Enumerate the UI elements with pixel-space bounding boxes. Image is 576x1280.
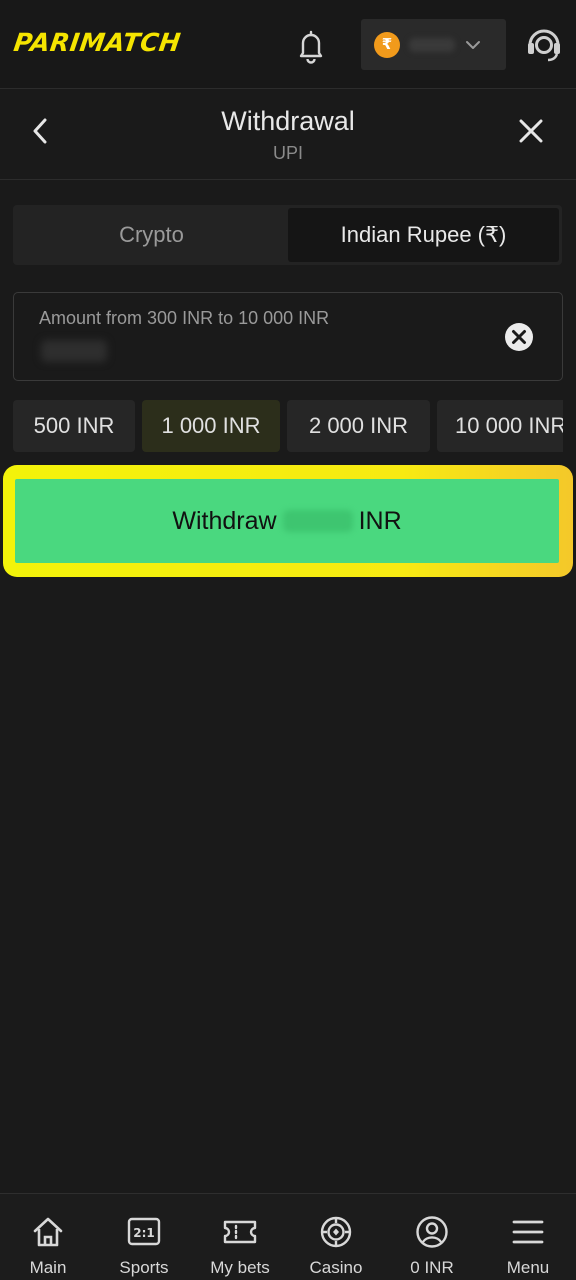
currency-tabs: Crypto Indian Rupee (₹) xyxy=(13,205,562,265)
amount-input[interactable]: Amount from 300 INR to 10 000 INR xyxy=(13,292,563,381)
page-header: Withdrawal UPI xyxy=(0,90,576,180)
nav-my-bets[interactable]: My bets xyxy=(192,1194,288,1280)
quick-amount-500[interactable]: 500 INR xyxy=(13,400,135,452)
parimatch-logo[interactable]: PARIMATCH xyxy=(12,28,183,57)
quick-amount-2000[interactable]: 2 000 INR xyxy=(287,400,430,452)
nav-account[interactable]: 0 INR xyxy=(384,1194,480,1280)
nav-sports[interactable]: 2:1 Sports xyxy=(96,1194,192,1280)
rupee-coin-icon: ₹ xyxy=(374,32,400,58)
account-icon xyxy=(414,1214,450,1250)
menu-icon xyxy=(510,1214,546,1250)
amount-value-hidden xyxy=(41,340,107,362)
balance-value-hidden xyxy=(409,38,455,52)
top-bar: PARIMATCH ₹ xyxy=(0,0,576,89)
withdraw-suffix: INR xyxy=(358,506,402,535)
odds-icon: 2:1 xyxy=(126,1214,162,1250)
page-subtitle: UPI xyxy=(272,143,303,163)
ticket-icon xyxy=(222,1214,258,1250)
quick-amount-1000[interactable]: 1 000 INR xyxy=(142,400,280,452)
withdraw-prefix: Withdraw xyxy=(172,506,277,535)
home-icon xyxy=(30,1214,66,1250)
support-headset-icon[interactable] xyxy=(524,24,564,64)
nav-casino[interactable]: Casino xyxy=(288,1194,384,1280)
bottom-nav: Main 2:1 Sports My bets Casino 0 INR Men… xyxy=(0,1193,576,1280)
clear-circle-icon[interactable] xyxy=(503,321,535,353)
amount-field-label: Amount from 300 INR to 10 000 INR xyxy=(39,308,330,328)
nav-label: My bets xyxy=(210,1258,270,1277)
svg-text:2:1: 2:1 xyxy=(133,1226,155,1240)
quick-amounts: 500 INR 1 000 INR 2 000 INR 10 000 INR xyxy=(13,400,563,452)
nav-label: 0 INR xyxy=(410,1258,454,1277)
chevron-down-icon xyxy=(464,36,482,54)
page-title: Withdrawal xyxy=(221,106,355,136)
close-icon[interactable] xyxy=(516,116,546,146)
balance-dropdown[interactable]: ₹ xyxy=(361,19,506,70)
tab-crypto[interactable]: Crypto xyxy=(16,208,287,262)
bell-icon[interactable] xyxy=(292,26,330,64)
tab-indian-rupee[interactable]: Indian Rupee (₹) xyxy=(288,208,559,262)
nav-label: Main xyxy=(29,1258,67,1277)
nav-main[interactable]: Main xyxy=(0,1194,96,1280)
withdraw-button[interactable]: Withdraw INR xyxy=(15,479,559,563)
nav-label: Casino xyxy=(309,1258,363,1277)
nav-menu[interactable]: Menu xyxy=(480,1194,576,1280)
withdraw-amount-hidden xyxy=(282,510,353,532)
nav-label: Sports xyxy=(119,1258,169,1277)
chip-icon xyxy=(318,1214,354,1250)
withdraw-button-label: Withdraw INR xyxy=(15,479,559,563)
quick-amount-10000[interactable]: 10 000 INR xyxy=(437,400,563,452)
nav-label: Menu xyxy=(506,1258,550,1277)
